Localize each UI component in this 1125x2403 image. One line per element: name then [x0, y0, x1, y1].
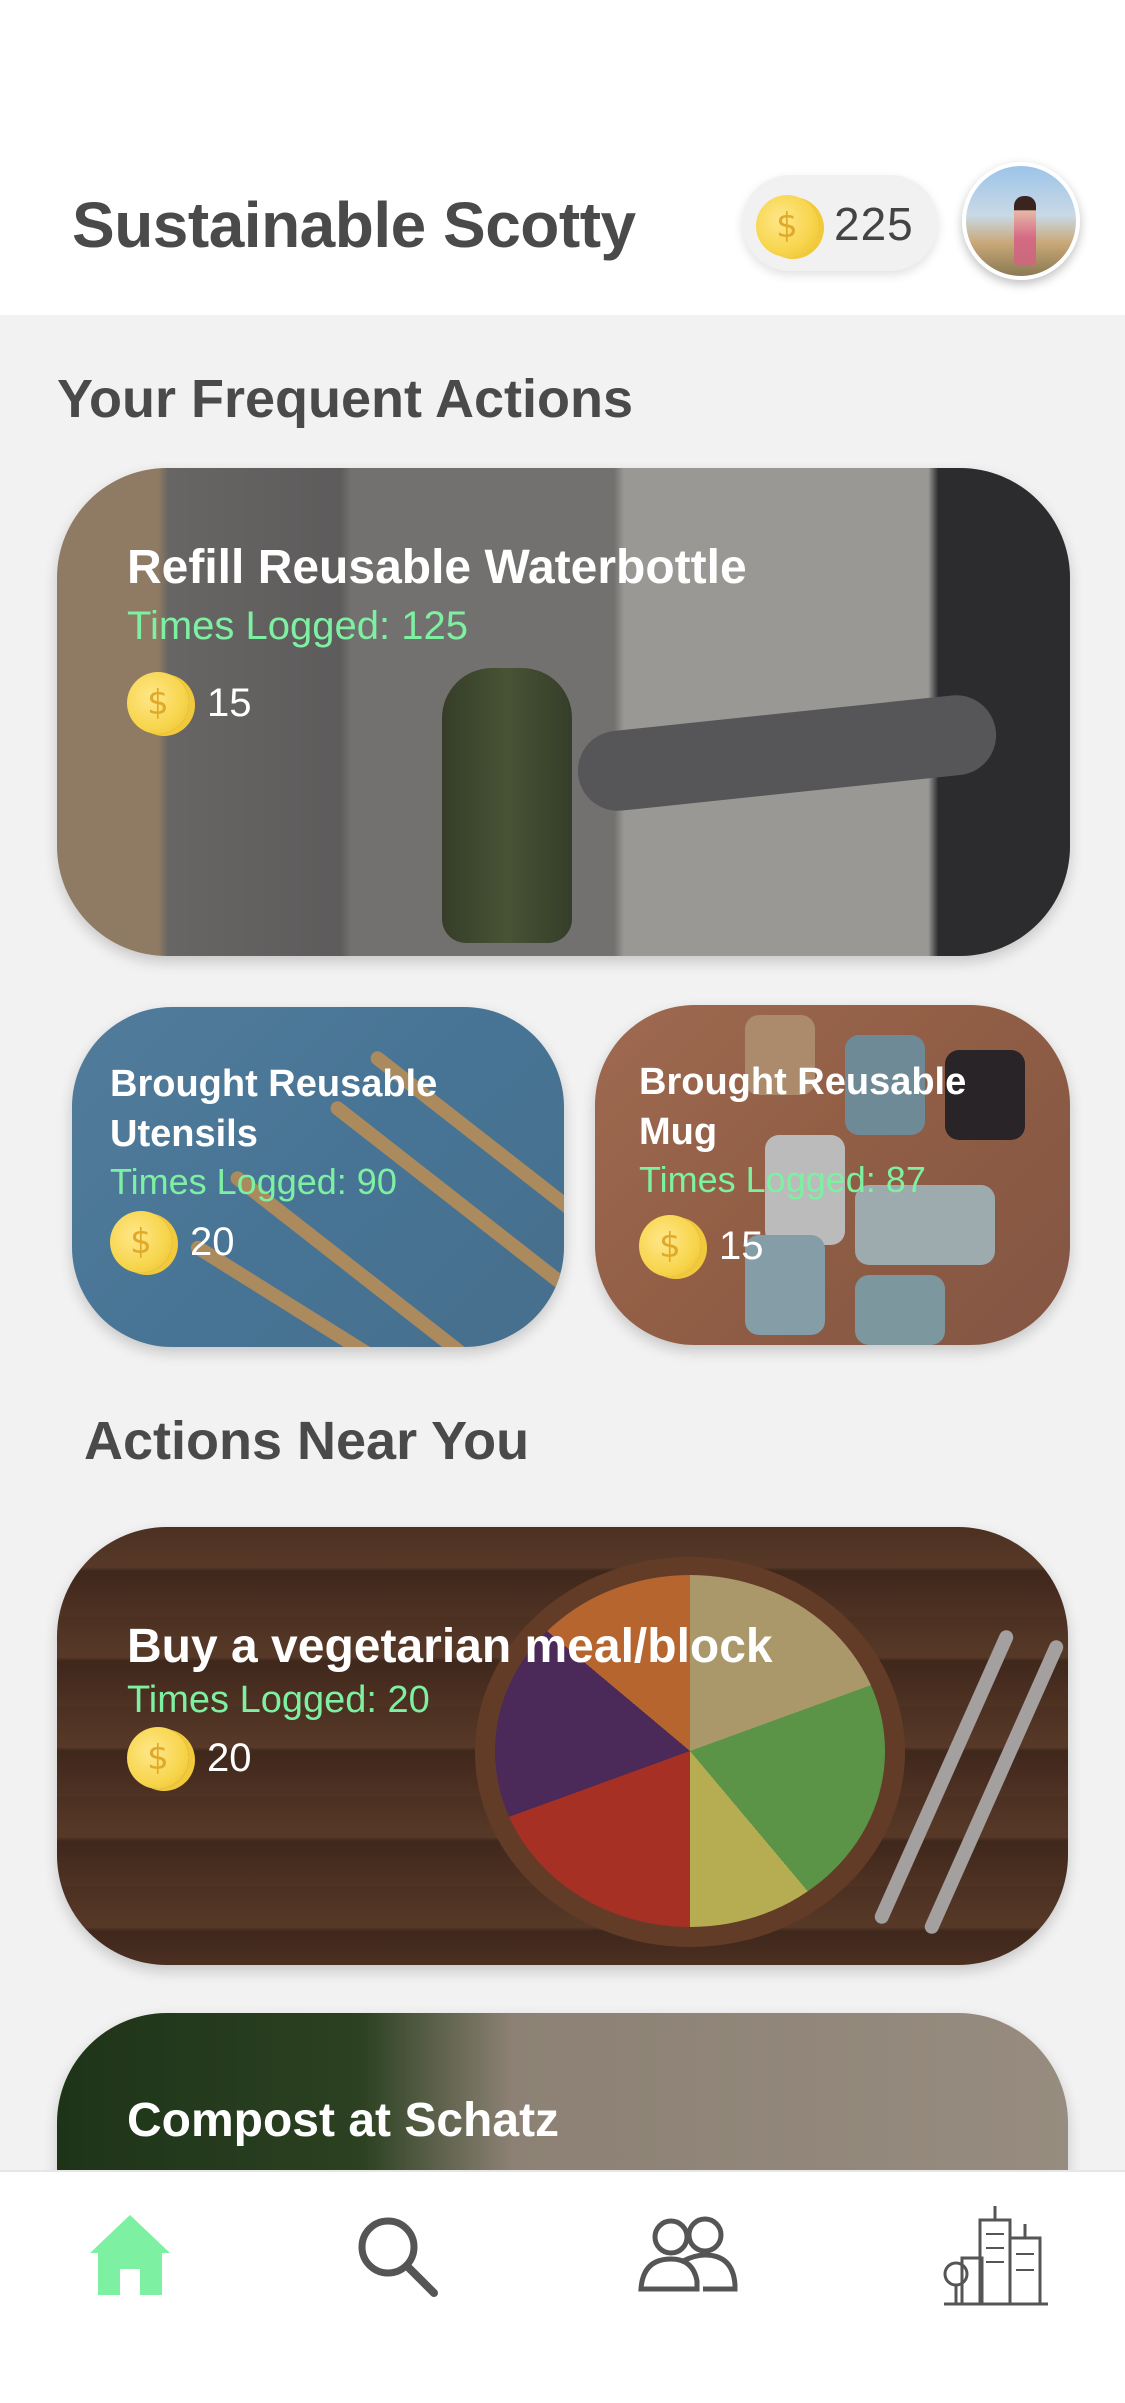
reward-points: 15 — [207, 680, 252, 725]
times-logged: Times Logged: 125 — [127, 604, 468, 648]
reward: $ 15 — [639, 1215, 764, 1277]
reward: $ 15 — [127, 672, 252, 734]
coin-icon: $ — [639, 1215, 701, 1277]
tab-home[interactable] — [70, 2195, 190, 2315]
reward: $ 20 — [110, 1211, 235, 1273]
reward-points: 20 — [190, 1219, 235, 1264]
section-title-nearby: Actions Near You — [84, 1411, 530, 1471]
action-card-waterbottle[interactable]: Refill Reusable Waterbottle Times Logged… — [57, 468, 1070, 956]
tab-friends[interactable] — [628, 2195, 748, 2315]
action-card-utensils[interactable]: Brought Reusable Utensils Times Logged: … — [72, 1007, 564, 1347]
coin-balance: 225 — [834, 198, 914, 250]
coin-icon: $ — [110, 1211, 172, 1273]
coin-icon: $ — [127, 1727, 189, 1789]
tab-city[interactable] — [936, 2195, 1056, 2315]
action-title: Compost at Schatz — [127, 2094, 560, 2147]
coin-icon: $ — [756, 195, 818, 257]
coin-balance-pill[interactable]: $ 225 — [742, 175, 938, 271]
action-card-mug[interactable]: Brought Reusable Mug Times Logged: 87 $ … — [595, 1005, 1070, 1345]
reward-points: 20 — [207, 1735, 252, 1780]
app-title: Sustainable Scotty — [72, 189, 636, 261]
times-logged: Times Logged: 90 — [110, 1161, 397, 1202]
reward: $ 20 — [127, 1727, 252, 1789]
friends-icon — [638, 2216, 738, 2292]
action-title: Brought Reusable Utensils — [110, 1063, 438, 1156]
search-icon — [358, 2217, 438, 2297]
action-title: Buy a vegetarian meal/block — [127, 1620, 773, 1673]
tab-search[interactable] — [336, 2195, 456, 2315]
times-logged: Times Logged: 20 — [127, 1679, 430, 1721]
reward-points: 15 — [719, 1223, 764, 1268]
coin-icon: $ — [127, 672, 189, 734]
action-title: Brought Reusable Mug — [639, 1061, 967, 1154]
home-icon — [90, 2215, 170, 2295]
action-card-vegetarian-meal[interactable]: Buy a vegetarian meal/block Times Logged… — [57, 1527, 1068, 1965]
profile-avatar[interactable] — [962, 162, 1080, 280]
times-logged: Times Logged: 87 — [639, 1159, 926, 1200]
action-title: Refill Reusable Waterbottle — [127, 541, 747, 594]
app-header: Sustainable Scotty $ 225 — [0, 0, 1125, 315]
city-icon — [943, 2206, 1048, 2306]
section-title-frequent: Your Frequent Actions — [57, 369, 634, 429]
